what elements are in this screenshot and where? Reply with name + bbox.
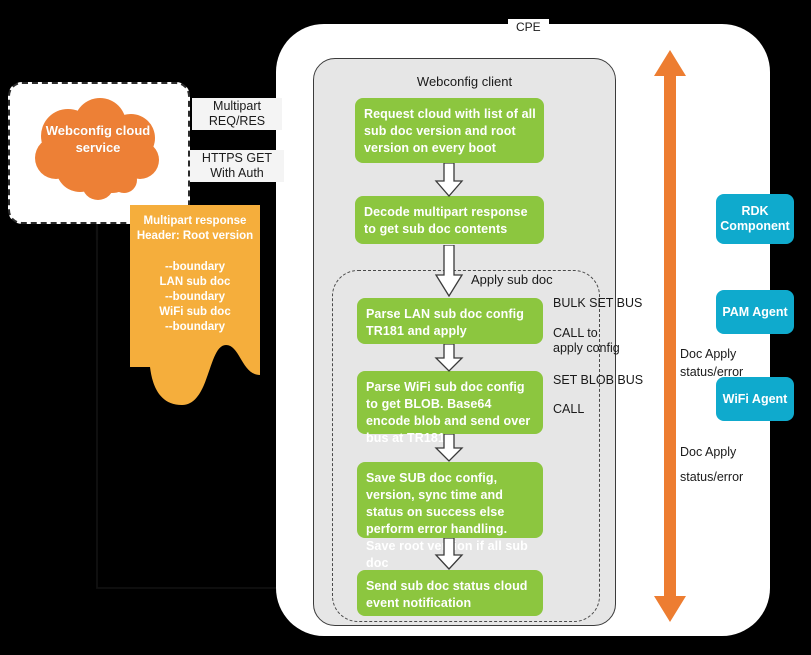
wifi-agent-box[interactable]: WiFi Agent [716, 377, 794, 421]
label-call-to-apply-config: CALL to apply config [553, 326, 620, 355]
label-multipart-req-res: Multipart REQ/RES [192, 98, 282, 130]
cloud-icon [28, 96, 168, 206]
label-set-blob-bus: SET BLOB BUS [553, 373, 644, 387]
apply-subdoc-label: Apply sub doc [466, 272, 558, 288]
process-step-request-cloud[interactable]: Request cloud with list of all sub doc v… [355, 98, 544, 163]
pam-agent-box[interactable]: PAM Agent [716, 290, 794, 334]
label-https-get-with-auth: HTTPS GET With Auth [190, 150, 284, 182]
down-arrow-icon-5 [434, 537, 464, 570]
webconfig-client-title: Webconfig client [416, 74, 513, 89]
process-step-parse-lan-subdoc[interactable]: Parse LAN sub doc config TR181 and apply [357, 298, 543, 344]
down-arrow-icon-1 [434, 162, 464, 197]
down-arrow-icon-2 [434, 244, 464, 298]
diagram-canvas: Webconfig cloud service CPE Webconfig cl… [0, 0, 811, 655]
label-status-error-wifi: status/error [680, 470, 744, 484]
label-call: CALL [553, 402, 585, 416]
label-doc-apply-wifi: Doc Apply [680, 445, 737, 459]
label-doc-apply-pam: Doc Apply [680, 347, 737, 361]
down-arrow-icon-4 [434, 433, 464, 462]
cpe-label: CPE [508, 19, 549, 36]
process-step-decode-multipart[interactable]: Decode multipart response to get sub doc… [355, 196, 544, 244]
rdk-component-box[interactable]: RDK Component [716, 194, 794, 244]
process-step-save-subdoc[interactable]: Save SUB doc config, version, sync time … [357, 462, 543, 570]
process-step-send-status[interactable]: Send sub doc status cloud event notifica… [357, 570, 543, 616]
multipart-response-document [130, 205, 260, 420]
label-bulk-set-bus: BULK SET BUS [553, 296, 643, 310]
message-bus-arrow [653, 50, 687, 622]
down-arrow-icon-3 [434, 343, 464, 372]
process-step-parse-wifi-subdoc[interactable]: Parse WiFi sub doc config to get BLOB. B… [357, 371, 543, 445]
